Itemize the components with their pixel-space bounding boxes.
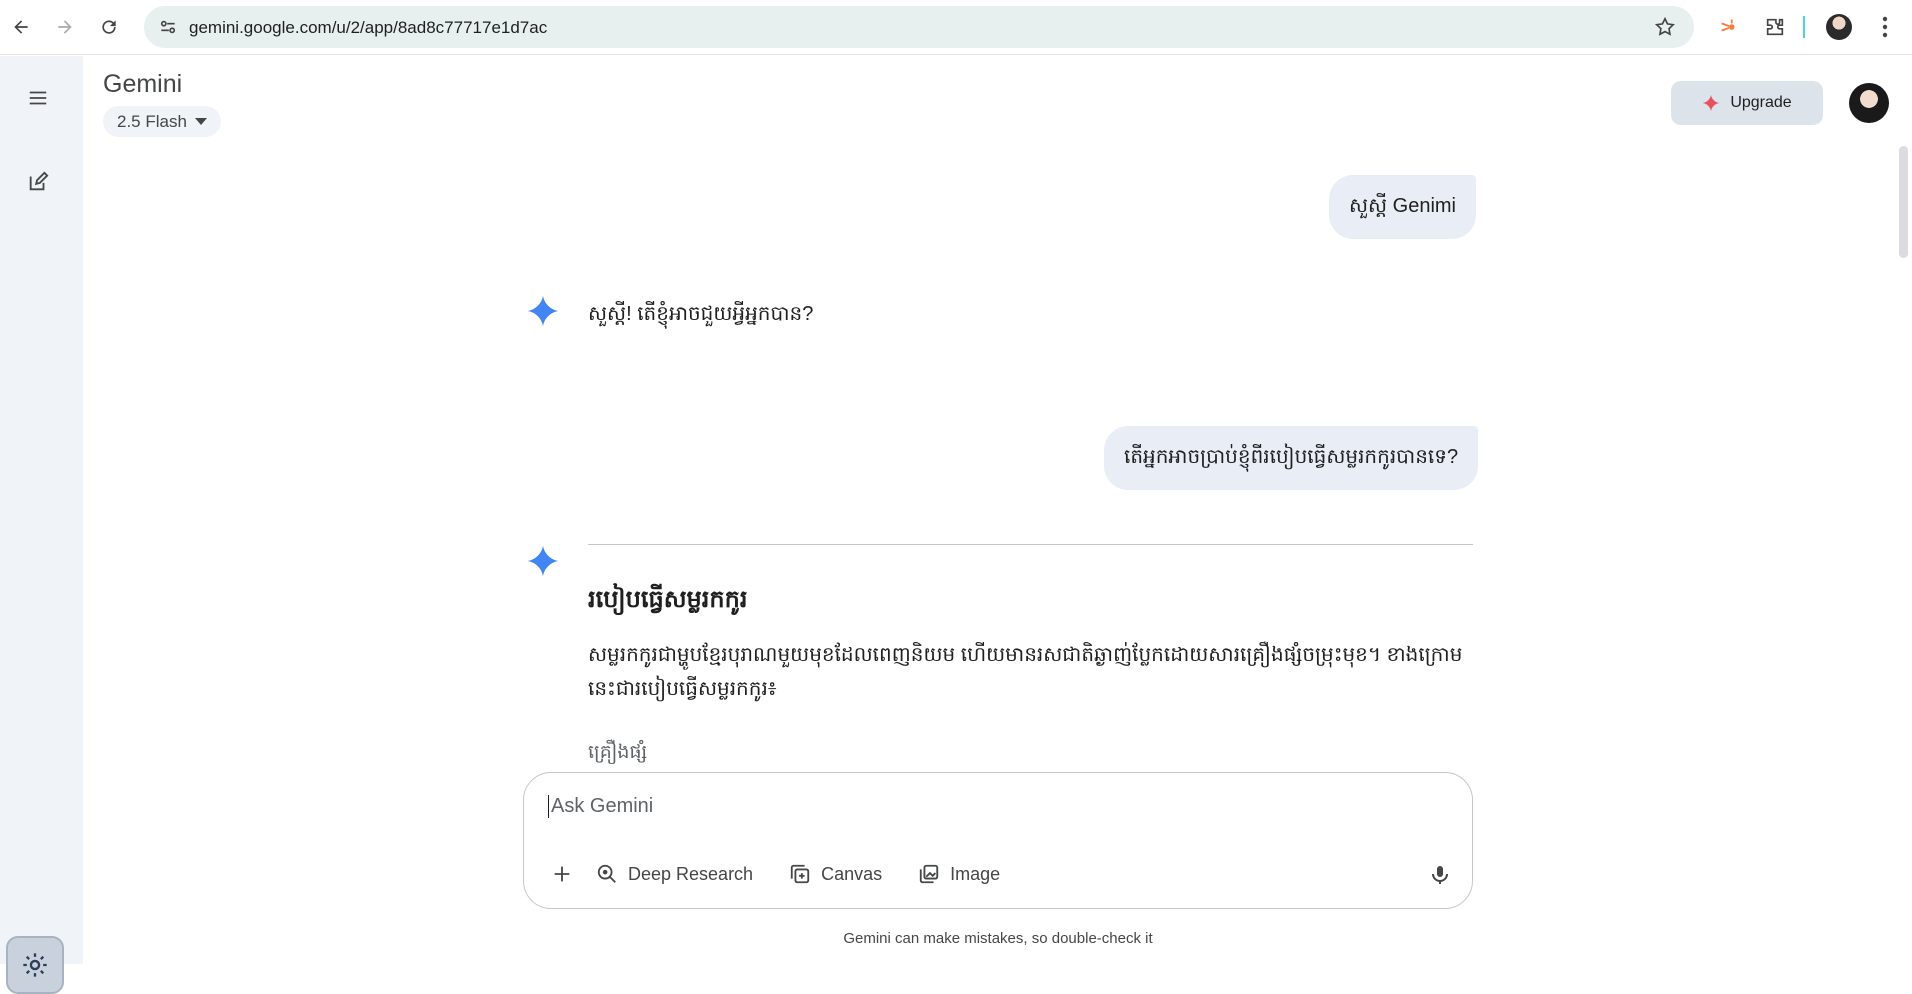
canvas-label: Canvas — [821, 863, 883, 884]
response-divider — [588, 544, 1473, 545]
deep-research-label: Deep Research — [628, 863, 754, 884]
image-icon — [919, 864, 939, 884]
model-selector-label: 2.5 Flash — [117, 111, 187, 131]
settings-button[interactable] — [6, 936, 64, 994]
deep-research-button[interactable]: Deep Research — [596, 856, 753, 892]
browser-profile-avatar[interactable] — [1826, 14, 1852, 40]
add-files-button[interactable] — [544, 856, 580, 892]
gemini-spark-icon — [527, 545, 559, 577]
response-heading: របៀបធ្វើសម្លរកកូរ — [588, 586, 748, 613]
user-message-text: តើអ្នកអាចប្រាប់ខ្ញុំពីរបៀបធ្វើសម្លរកកូរប… — [1124, 446, 1459, 468]
back-button[interactable] — [6, 12, 36, 42]
prompt-composer: Deep Research Canvas Image — [523, 772, 1473, 909]
bookmark-star-icon[interactable] — [1654, 16, 1676, 38]
forward-button[interactable] — [50, 12, 80, 42]
prompt-input[interactable] — [548, 795, 1428, 818]
arrow-left-icon — [14, 20, 28, 34]
site-settings-icon[interactable] — [158, 17, 178, 37]
account-avatar[interactable] — [1849, 83, 1889, 123]
url-text: gemini.google.com/u/2/app/8ad8c77717e1d7… — [189, 18, 548, 37]
user-message: សួស្តី Genimi — [1329, 175, 1476, 239]
new-chat-button[interactable] — [22, 166, 54, 198]
image-label: Image — [950, 863, 1001, 884]
left-rail — [0, 56, 83, 994]
browser-menu-icon[interactable] — [1875, 14, 1895, 40]
gear-icon — [23, 953, 47, 977]
canvas-button[interactable]: Canvas — [789, 856, 882, 892]
plus-icon — [554, 866, 570, 882]
response-paragraph: សម្លរកកូរជាម្ហូបខ្មែរបុរាណមួយមុខដែលពេញនិ… — [588, 644, 1463, 700]
share-node-icon — [1721, 19, 1735, 32]
toolbar-divider — [1803, 16, 1805, 38]
response-subheading: គ្រឿងផ្សំ — [588, 742, 648, 763]
model-message-text: សួស្តី! តើខ្ញុំអាចជួយអ្វីអ្នកបាន? — [588, 303, 814, 325]
deep-research-icon — [597, 864, 616, 883]
edit-icon — [29, 171, 49, 191]
reload-button[interactable] — [94, 12, 124, 42]
image-button[interactable]: Image — [918, 856, 1000, 892]
app-title: Gemini — [103, 70, 183, 98]
hamburger-menu-icon — [29, 91, 47, 105]
scrollbar-thumb[interactable] — [1899, 146, 1908, 258]
upgrade-button[interactable]: Upgrade — [1671, 81, 1823, 125]
reload-icon — [102, 20, 116, 34]
composer-toolbar: Deep Research Canvas Image — [544, 856, 1036, 892]
arrow-right-icon — [58, 20, 72, 34]
main-menu-button[interactable] — [22, 82, 54, 114]
browser-toolbar: gemini.google.com/u/2/app/8ad8c77717e1d7… — [0, 0, 1912, 55]
extensions-button[interactable] — [1762, 14, 1788, 40]
disclaimer-text: Gemini can make mistakes, so double-chec… — [843, 930, 1153, 947]
puzzle-icon — [1766, 18, 1784, 36]
user-message-text: សួស្តី Genimi — [1349, 195, 1456, 217]
canvas-icon — [790, 864, 810, 884]
address-bar[interactable]: gemini.google.com/u/2/app/8ad8c77717e1d7… — [144, 6, 1694, 48]
extension-icon[interactable] — [1716, 14, 1742, 40]
gemini-spark-icon — [527, 295, 559, 327]
user-message: តើអ្នកអាចប្រាប់ខ្ញុំពីរបៀបធ្វើសម្លរកកូរប… — [1104, 426, 1479, 490]
model-selector[interactable]: 2.5 Flash — [103, 106, 221, 137]
sparkle-icon — [1703, 94, 1720, 112]
upgrade-label: Upgrade — [1730, 94, 1792, 111]
caret-down-icon — [194, 118, 207, 125]
microphone-icon[interactable] — [1428, 863, 1452, 887]
